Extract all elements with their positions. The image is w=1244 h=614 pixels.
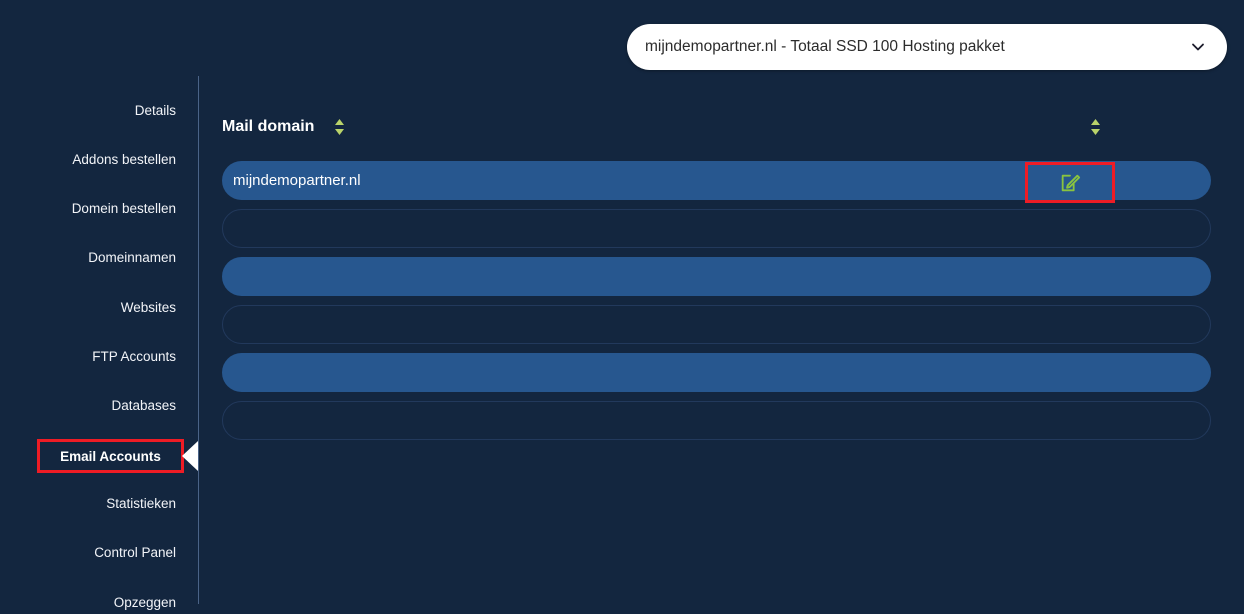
sort-updown-icon[interactable] <box>1089 118 1102 136</box>
sidebar: Details Addons bestellen Domein bestelle… <box>0 0 199 610</box>
sidebar-item-statistieken[interactable]: Statistieken <box>106 493 176 515</box>
sidebar-item-label: Details <box>134 103 176 118</box>
sidebar-item-ftp-accounts[interactable]: FTP Accounts <box>92 346 176 368</box>
edit-icon <box>1059 172 1081 194</box>
sidebar-item-details[interactable]: Details <box>135 100 176 122</box>
sidebar-item-email-accounts[interactable]: Email Accounts <box>37 439 184 473</box>
package-selector[interactable]: mijndemopartner.nl - Totaal SSD 100 Host… <box>627 24 1227 70</box>
sidebar-item-opzeggen[interactable]: Opzeggen <box>114 592 176 614</box>
sidebar-item-label: Control Panel <box>94 545 176 560</box>
table-row[interactable] <box>222 209 1211 248</box>
sidebar-item-domeinnamen[interactable]: Domeinnamen <box>88 247 176 269</box>
cell-mail-domain: mijndemopartner.nl <box>233 172 361 189</box>
sidebar-item-label: Websites <box>120 300 176 315</box>
sidebar-item-label: Addons bestellen <box>72 152 176 167</box>
sidebar-item-label: Statistieken <box>106 496 176 511</box>
sidebar-item-websites[interactable]: Websites <box>121 297 176 319</box>
table-row[interactable] <box>222 353 1211 392</box>
table-row[interactable] <box>222 257 1211 296</box>
sidebar-item-label: FTP Accounts <box>92 349 176 364</box>
package-selector-value: mijndemopartner.nl - Totaal SSD 100 Host… <box>645 39 1005 55</box>
sidebar-item-control-panel[interactable]: Control Panel <box>94 542 176 564</box>
sidebar-item-addons-bestellen[interactable]: Addons bestellen <box>72 149 176 171</box>
chevron-down-icon[interactable] <box>1189 38 1207 56</box>
sidebar-item-label: Email Accounts <box>60 448 161 464</box>
edit-mail-domain-button[interactable] <box>1025 162 1115 203</box>
sidebar-item-label: Opzeggen <box>113 595 176 610</box>
table-row[interactable] <box>222 401 1211 440</box>
sort-updown-icon[interactable] <box>333 118 346 136</box>
table-row[interactable] <box>222 305 1211 344</box>
column-header-mail-domain: Mail domain <box>222 118 315 135</box>
sidebar-item-databases[interactable]: Databases <box>111 395 176 417</box>
main-content: Mail domain mijndemopartner.nl <box>199 76 1244 604</box>
sidebar-item-label: Databases <box>111 398 176 413</box>
sidebar-item-label: Domein bestellen <box>71 201 176 216</box>
sidebar-item-domein-bestellen[interactable]: Domein bestellen <box>72 198 176 220</box>
table-header: Mail domain <box>222 115 1212 139</box>
sidebar-item-label: Domeinnamen <box>88 250 176 265</box>
active-item-pointer-icon <box>182 441 198 471</box>
